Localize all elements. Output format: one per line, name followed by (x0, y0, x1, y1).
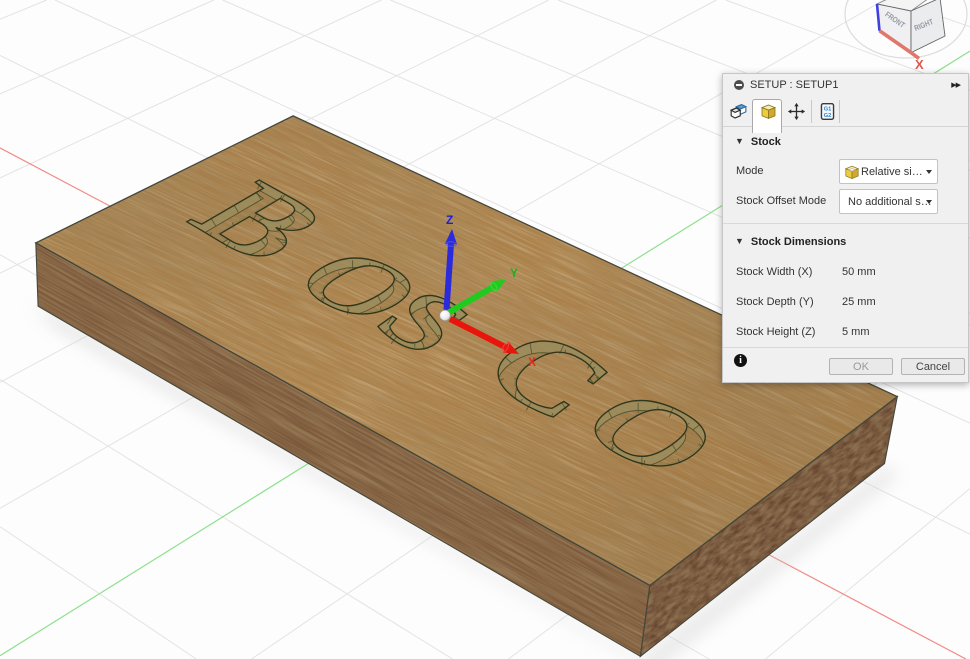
svg-text:Y: Y (510, 266, 518, 280)
svg-text:X: X (528, 355, 536, 369)
svg-text:Z: Z (446, 213, 453, 227)
svg-text:G2: G2 (824, 113, 832, 119)
svg-text:X: X (915, 57, 924, 72)
svg-text:G1: G1 (824, 106, 832, 112)
